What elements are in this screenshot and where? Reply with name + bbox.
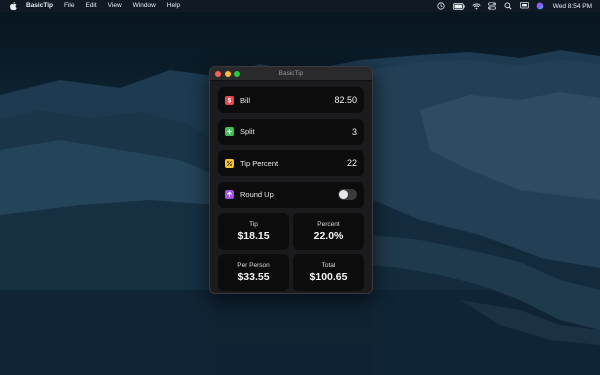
- menu-edit[interactable]: Edit: [85, 0, 96, 12]
- window-content: $ Bill 82.50 Split 3 Tip Percent 22 Roun…: [210, 81, 372, 291]
- total-card: Total $100.65: [293, 254, 364, 291]
- menu-bar: BasicTip File Edit View Window Help Wed …: [0, 0, 600, 12]
- menu-window[interactable]: Window: [133, 0, 156, 12]
- tip-percent-row[interactable]: Tip Percent 22: [218, 150, 364, 176]
- arrow-up-icon: [225, 190, 234, 199]
- menu-bar-clock[interactable]: Wed 8:54 PM: [553, 3, 592, 10]
- menu-help[interactable]: Help: [167, 0, 180, 12]
- round-up-toggle[interactable]: [338, 189, 357, 200]
- split-field[interactable]: 3: [352, 127, 357, 137]
- wifi-icon[interactable]: [472, 2, 481, 11]
- apple-menu-icon[interactable]: [9, 2, 17, 11]
- tip-result-value: $18.15: [237, 230, 270, 242]
- per-person-result-label: Per Person: [237, 262, 270, 269]
- menu-file[interactable]: File: [64, 0, 74, 12]
- control-center-icon[interactable]: [488, 2, 497, 11]
- battery-icon[interactable]: [452, 2, 465, 11]
- bill-field[interactable]: 82.50: [334, 95, 357, 105]
- per-person-result-value: $33.55: [237, 271, 270, 283]
- bill-row[interactable]: $ Bill 82.50: [218, 87, 364, 113]
- total-result-value: $100.65: [309, 271, 348, 283]
- bill-label: Bill: [240, 95, 251, 105]
- round-up-label: Round Up: [240, 190, 274, 199]
- svg-text:$: $: [228, 98, 232, 103]
- menu-view[interactable]: View: [108, 0, 122, 12]
- total-result-label: Total: [321, 262, 336, 269]
- tip-percent-field[interactable]: 22: [347, 158, 357, 168]
- split-label: Split: [240, 127, 255, 136]
- results-grid: Tip $18.15 Percent 22.0% Per Person $33.…: [218, 213, 364, 291]
- per-person-card: Per Person $33.55: [218, 254, 289, 291]
- search-icon[interactable]: [504, 2, 513, 11]
- percent-icon: [225, 158, 234, 168]
- tip-card: Tip $18.15: [218, 213, 289, 250]
- menu-app-name[interactable]: BasicTip: [26, 0, 53, 12]
- siri-icon[interactable]: [536, 2, 545, 11]
- time-machine-icon[interactable]: [437, 2, 446, 11]
- screen-mirroring-icon[interactable]: [519, 2, 529, 11]
- plus-icon: [225, 127, 234, 136]
- percent-card: Percent 22.0%: [293, 213, 364, 250]
- window-title: BasicTip: [278, 70, 304, 77]
- window-titlebar[interactable]: BasicTip: [210, 67, 372, 81]
- toggle-knob: [339, 190, 348, 199]
- round-up-row: Round Up: [218, 181, 364, 208]
- percent-result-value: 22.0%: [313, 230, 344, 242]
- tip-result-label: Tip: [249, 221, 258, 228]
- basictip-window: BasicTip $ Bill 82.50 Split 3 Tip Percen…: [209, 66, 373, 294]
- tip-percent-label: Tip Percent: [240, 158, 279, 168]
- percent-result-label: Percent: [317, 221, 340, 228]
- split-row[interactable]: Split 3: [218, 118, 364, 145]
- dollar-icon: $: [225, 95, 234, 105]
